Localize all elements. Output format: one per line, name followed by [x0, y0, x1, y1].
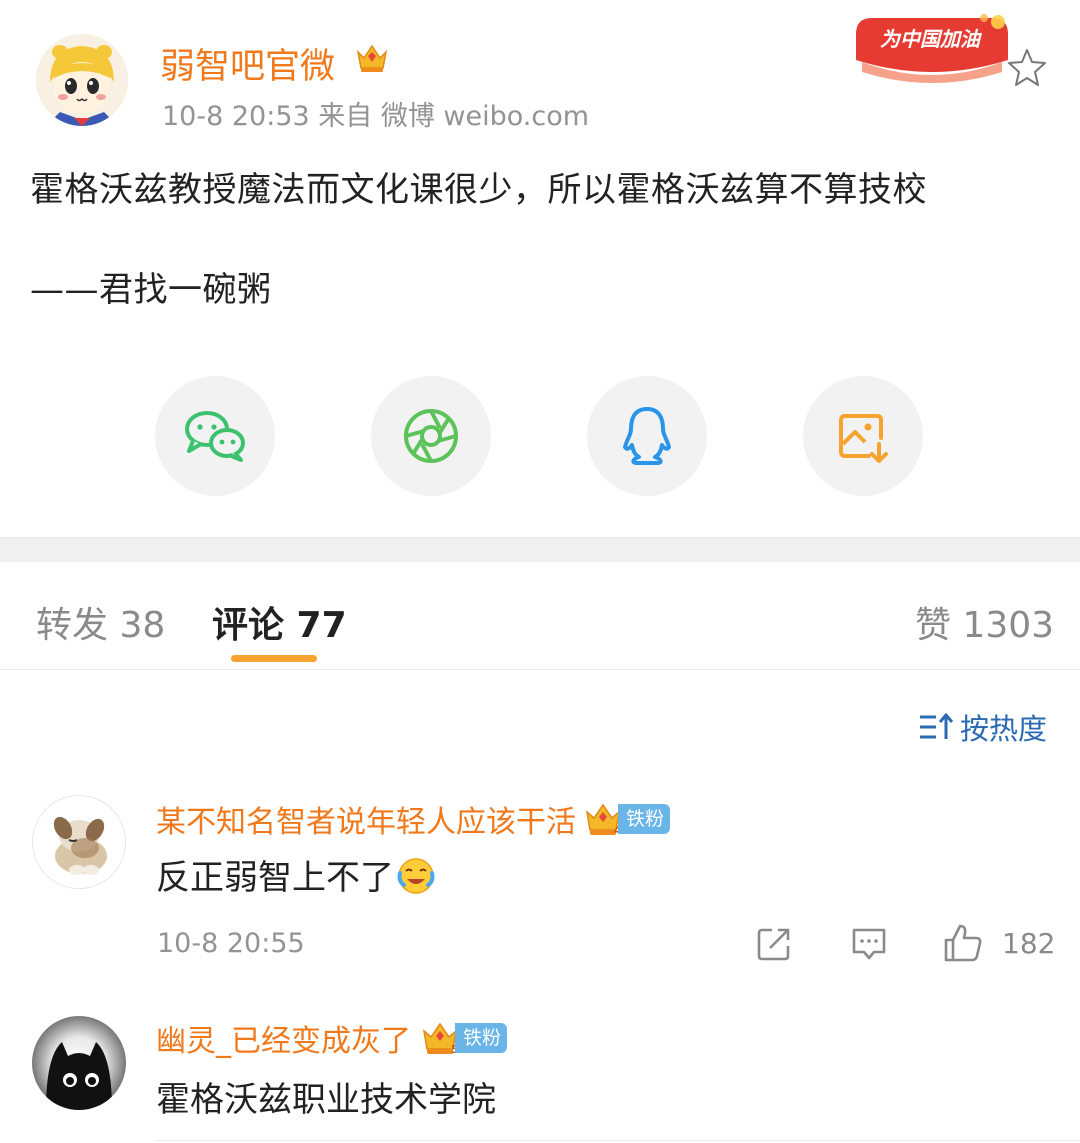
wechat-icon: [185, 411, 245, 462]
commenter-name[interactable]: 某不知名智者说年轻人应该干活: [156, 797, 576, 841]
post-meta: 10-8 20:53 来自 微博 weibo.com: [162, 101, 590, 132]
comment-bubble-icon: [852, 928, 886, 960]
sort-by-hot-button[interactable]: 按热度: [918, 706, 1047, 748]
like-count: 182: [1002, 926, 1056, 960]
comment-text: 反正弱智上不了: [156, 858, 394, 898]
share-qq-button[interactable]: [587, 376, 707, 496]
like-comment-button[interactable]: 182: [942, 922, 1055, 964]
repost-icon: [757, 928, 790, 961]
qq-icon: [623, 407, 671, 465]
favorite-star-icon[interactable]: [1006, 46, 1048, 88]
cheer-china-badge: 为中国加油: [852, 12, 1014, 90]
comment-header: 某不知名智者说年轻人应该干活 4 铁粉: [156, 797, 671, 841]
comment-header: 幽灵_已经变成灰了 5 铁粉: [156, 1016, 508, 1060]
post-signature: ——君找一碗粥: [30, 270, 272, 310]
tab-comments[interactable]: 评论 77: [212, 596, 347, 648]
section-divider: [0, 537, 1080, 562]
commenter-avatar[interactable]: [32, 795, 126, 889]
active-tab-indicator: [231, 655, 317, 662]
fan-badge: 4 铁粉: [584, 802, 671, 837]
vip-crown-icon: [354, 40, 390, 76]
fan-badge: 5 铁粉: [421, 1021, 508, 1056]
comment-text: 霍格沃兹职业技术学院: [156, 1080, 496, 1120]
repost-comment-button[interactable]: [756, 926, 792, 966]
author-avatar[interactable]: [36, 34, 128, 126]
comment-time: 10-8 20:55: [157, 928, 305, 959]
sort-icon: [920, 712, 954, 739]
fan-label: 铁粉: [618, 804, 671, 834]
post-body-text: 霍格沃兹教授魔法而文化课很少，所以霍格沃兹算不算技校: [30, 170, 927, 210]
moments-icon: [404, 409, 458, 463]
commenter-avatar[interactable]: [32, 1016, 126, 1110]
sort-label[interactable]: 按热度: [960, 706, 1047, 748]
commenter-name[interactable]: 幽灵_已经变成灰了: [156, 1016, 411, 1060]
tab-repost[interactable]: 转发 38: [36, 596, 165, 648]
thumbs-up-icon: [944, 924, 982, 962]
author-name[interactable]: 弱智吧官微: [160, 38, 335, 89]
cheer-badge-text: 为中国加油: [880, 27, 983, 51]
share-moments-button[interactable]: [371, 376, 491, 496]
fan-label: 铁粉: [455, 1023, 508, 1053]
save-image-button[interactable]: [803, 376, 923, 496]
tab-likes[interactable]: 赞 1303: [915, 596, 1054, 648]
crying-laugh-emoji-icon: [397, 857, 435, 894]
comment-body: 反正弱智上不了: [156, 850, 436, 899]
save-image-icon: [839, 414, 888, 463]
share-wechat-button[interactable]: [155, 376, 275, 496]
tab-divider: [0, 669, 1080, 670]
comment-divider: [156, 1140, 1080, 1141]
reply-comment-button[interactable]: [850, 926, 888, 966]
